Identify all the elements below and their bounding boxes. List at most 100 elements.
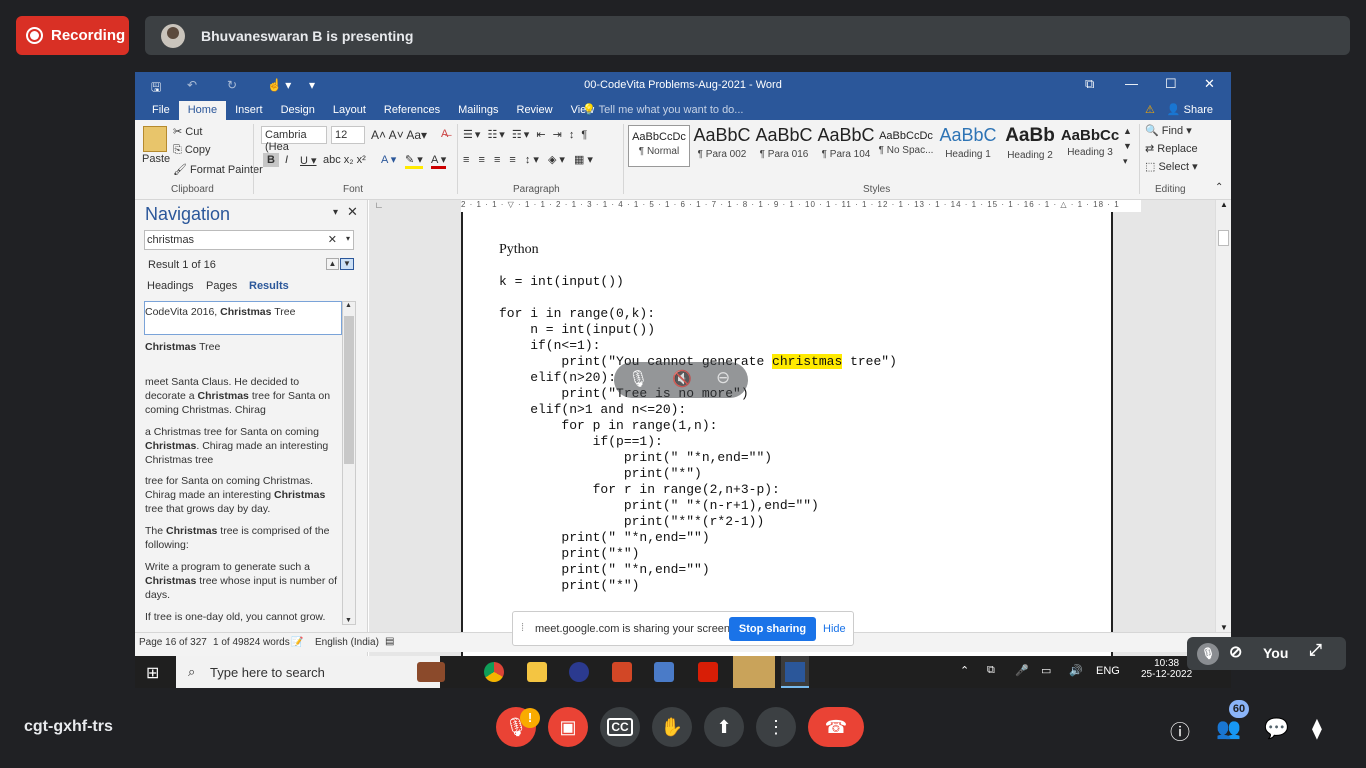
battery-icon[interactable]: ▭ <box>1041 664 1051 677</box>
show-hidden-icons[interactable]: ⌃ <box>960 664 969 677</box>
result-item[interactable]: Write a program to generate such a Chris… <box>145 560 340 602</box>
eclipse-icon[interactable] <box>569 662 589 682</box>
style-normal[interactable]: AaBbCcDc ¶ Normal <box>628 125 690 167</box>
clock[interactable]: 10:38 25-12-2022 <box>1141 658 1192 680</box>
clear-format-icon[interactable]: A̶ <box>441 128 448 140</box>
tab-home[interactable]: Home <box>178 101 227 120</box>
replace-button[interactable]: ⇄ Replace <box>1145 142 1198 155</box>
tray-app-icon[interactable]: ⧉ <box>987 664 995 677</box>
nav-search-input[interactable]: christmas ✕ ▾ <box>144 230 354 250</box>
scroll-down-icon[interactable]: ▼ <box>1220 623 1228 632</box>
horizontal-ruler[interactable]: 2 · 1 · 1 · ▽ · 1 · 1 · 2 · 1 · 3 · 1 · … <box>461 200 1141 212</box>
tab-design[interactable]: Design <box>272 104 324 120</box>
present-button[interactable]: ⬆ <box>704 707 744 747</box>
close-button[interactable]: ✕ <box>1204 76 1215 92</box>
alignment-buttons[interactable]: ≡ ≡ ≡ ≡ ↕▾ ◈▾ ▦▾ <box>463 153 596 166</box>
windows-start-icon[interactable]: ⊞ <box>146 663 159 683</box>
taskbar-search-input[interactable]: ⌕ Type here to search <box>176 656 440 688</box>
expand-icon[interactable]: ⤢ <box>1309 642 1322 660</box>
highlight-icon[interactable]: ✎ ▾ <box>405 153 423 169</box>
next-result-button[interactable]: ▼ <box>340 258 354 270</box>
copy-button[interactable]: ⎘ Copy <box>173 144 211 157</box>
font-family-select[interactable]: Cambria (Hea <box>261 126 327 153</box>
scroll-down-icon[interactable]: ▼ <box>345 617 352 624</box>
vertical-scrollbar[interactable]: ▲ ▼ <box>1215 200 1231 632</box>
paste-icon[interactable] <box>143 126 167 152</box>
mic-tray-icon[interactable]: 🎤 <box>1015 664 1029 677</box>
drag-handle-icon[interactable]: ⁞ <box>521 622 524 634</box>
tab-layout[interactable]: Layout <box>324 104 375 120</box>
style-heading-2[interactable]: AaBb Heading 2 <box>999 125 1061 167</box>
style-no-spacing[interactable]: AaBbCcDc ¶ No Spac... <box>875 125 937 167</box>
font-size-select[interactable]: 12 <box>331 126 365 144</box>
prev-result-button[interactable]: ▲ <box>326 258 339 270</box>
result-item[interactable]: If tree is one-day old, you cannot grow. <box>145 610 340 624</box>
underline-button[interactable]: U ▾ <box>300 154 317 167</box>
clear-search-icon[interactable]: ✕ <box>328 233 337 246</box>
word-count[interactable]: 1 of 49824 words <box>213 637 290 648</box>
cut-button[interactable]: ✂ Cut <box>173 125 202 138</box>
proofing-icon[interactable]: 📝 <box>291 637 303 648</box>
document-page[interactable]: Python k = int(input()) for i in range(0,… <box>461 212 1113 656</box>
scroll-thumb[interactable] <box>344 316 354 464</box>
style-para-002[interactable]: AaBbC ¶ Para 002 <box>691 125 753 167</box>
result-item[interactable]: meet Santa Claus. He decided to decorate… <box>145 375 340 417</box>
result-item[interactable]: The Christmas tree is comprised of the f… <box>145 524 340 552</box>
select-button[interactable]: ⬚ Select ▾ <box>1145 160 1198 173</box>
scroll-up-icon[interactable]: ▲ <box>345 302 352 309</box>
ribbon-display-icon[interactable]: ⧉ <box>1085 76 1094 92</box>
volume-icon[interactable]: 🔊 <box>1069 664 1083 677</box>
language-label[interactable]: English (India) <box>315 637 379 648</box>
nav-scrollbar[interactable]: ▲ ▼ <box>342 301 356 625</box>
paste-button[interactable]: Paste <box>142 153 170 165</box>
italic-button[interactable]: I <box>285 154 288 166</box>
activities-icon[interactable]: ⧫ <box>1312 716 1322 741</box>
find-button[interactable]: 🔍 Find ▾ <box>1145 124 1192 137</box>
tell-me-search[interactable]: 💡 Tell me what you want to do... <box>582 103 743 116</box>
maximize-button[interactable]: ☐ <box>1165 76 1177 92</box>
style-para-104[interactable]: AaBbC ¶ Para 104 <box>815 125 877 167</box>
network-app-icon[interactable] <box>654 662 674 682</box>
acrobat-icon[interactable] <box>698 662 718 682</box>
meeting-info-icon[interactable]: ⓘ <box>1170 716 1190 745</box>
list-buttons[interactable]: ☰▾ ☷▾ ☶▾ ⇤ ⇥ ↕ ¶ <box>463 128 589 141</box>
stop-sharing-button[interactable]: Stop sharing <box>729 617 816 641</box>
search-options-icon[interactable]: ▾ <box>346 234 350 243</box>
chrome-icon[interactable] <box>484 662 504 682</box>
bold-button[interactable]: B <box>263 153 279 167</box>
powerpoint-icon[interactable] <box>612 662 632 682</box>
scroll-thumb[interactable] <box>1218 230 1229 246</box>
file-explorer-icon[interactable] <box>527 662 547 682</box>
self-view-tile[interactable]: 🎙 ⊘ You ⤢ <box>1187 637 1346 670</box>
nav-close-icon[interactable]: ✕ <box>347 204 358 220</box>
style-para-016[interactable]: AaBbC ¶ Para 016 <box>753 125 815 167</box>
style-heading-1[interactable]: AaBbC Heading 1 <box>937 125 999 167</box>
scroll-up-icon[interactable]: ▲ <box>1220 200 1228 209</box>
notepad-task-icon[interactable] <box>733 656 775 688</box>
result-item[interactable]: CodeVita 2016, Christmas Tree <box>145 305 340 319</box>
leave-call-button[interactable]: ☎ <box>808 707 864 747</box>
nav-options-icon[interactable]: ▾ <box>333 207 338 218</box>
page-count[interactable]: Page 16 of 327 <box>139 637 207 648</box>
more-options-button[interactable]: ⋮ <box>756 707 796 747</box>
hide-share-bar-button[interactable]: Hide <box>823 623 846 635</box>
camera-toggle-button[interactable]: ▣ <box>548 707 588 747</box>
nav-tab-headings[interactable]: Headings <box>147 280 193 292</box>
word-task-icon[interactable] <box>781 656 809 688</box>
result-item[interactable]: tree for Santa on coming Christmas. Chir… <box>145 474 340 516</box>
people-icon[interactable]: 👥 <box>1216 716 1241 741</box>
recording-indicator[interactable]: Recording <box>16 16 129 55</box>
nav-tab-results[interactable]: Results <box>249 280 289 292</box>
strike-sub-sup-buttons[interactable]: abc x₂ x² <box>323 154 366 166</box>
macro-icon[interactable]: ▤ <box>385 636 394 647</box>
tab-references[interactable]: References <box>375 104 449 120</box>
tab-file[interactable]: File <box>135 104 179 120</box>
chat-icon[interactable]: 💬 <box>1264 716 1289 741</box>
tab-review[interactable]: Review <box>508 104 562 120</box>
styles-scroll-icon[interactable]: ▲ ▼ ▾ <box>1123 124 1132 169</box>
minimize-button[interactable]: — <box>1125 76 1138 91</box>
collapse-ribbon-icon[interactable]: ⌃ <box>1215 182 1223 193</box>
share-button[interactable]: ⚠ 👤 Share <box>1145 103 1213 116</box>
tab-insert[interactable]: Insert <box>226 104 272 120</box>
tab-selector-icon[interactable]: ∟ <box>372 200 386 212</box>
